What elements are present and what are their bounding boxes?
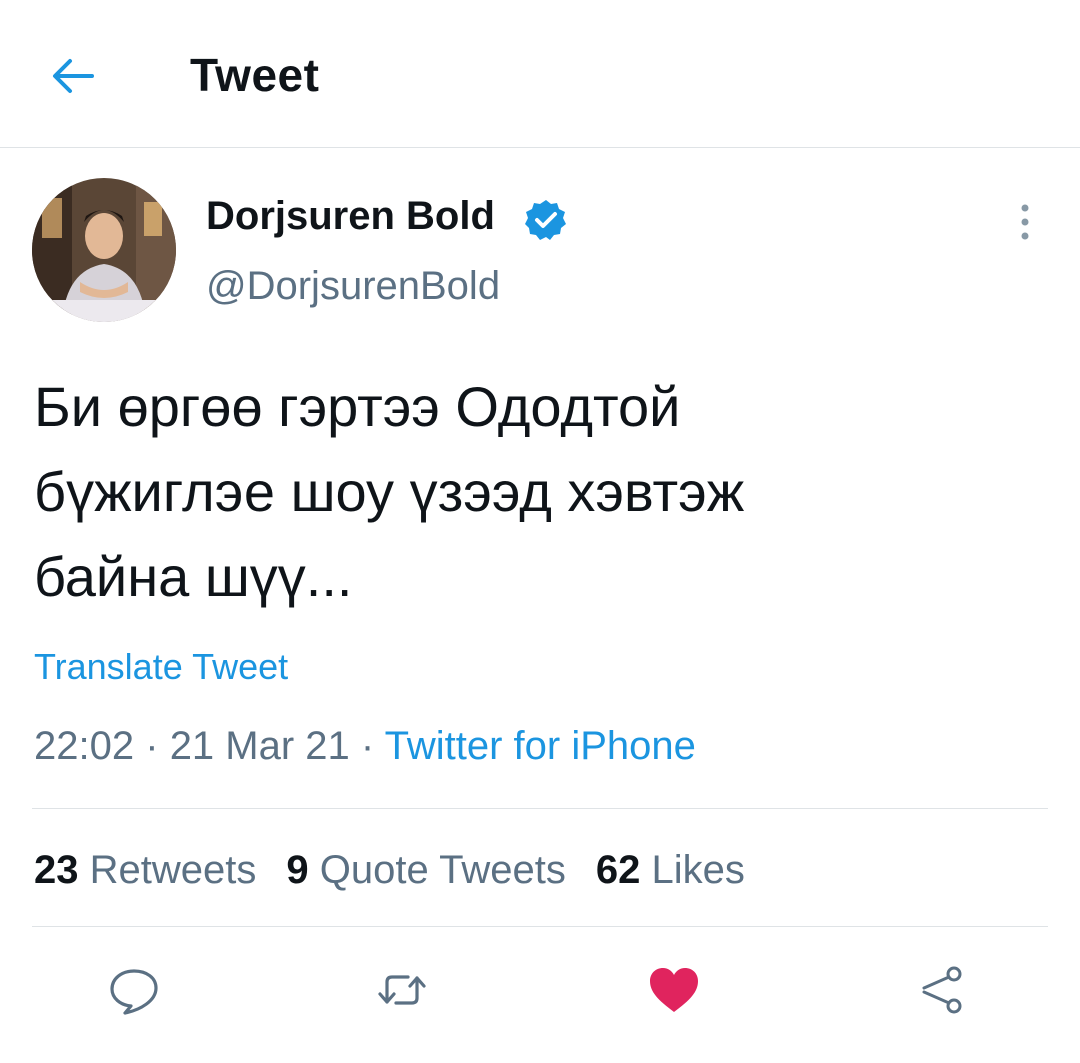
- divider: [32, 926, 1048, 927]
- share-icon: [922, 966, 962, 1014]
- translate-tweet-link[interactable]: Translate Tweet: [34, 646, 288, 688]
- tweet-text-line: Би өргөө гэртээ Ододтой: [34, 375, 681, 438]
- retweets-count: 23: [34, 848, 79, 892]
- tweet-time[interactable]: 22:02: [34, 724, 134, 768]
- separator: ·: [145, 724, 159, 768]
- share-button[interactable]: [914, 962, 970, 1018]
- tweet-text-line: байна шүү...: [34, 545, 353, 608]
- separator: ·: [360, 724, 375, 768]
- tweet-date[interactable]: 21 Mar 21: [170, 724, 350, 768]
- quote-tweets-label: Quote Tweets: [319, 848, 566, 892]
- like-heart-icon: [650, 968, 698, 1012]
- likes-count: 62: [595, 848, 641, 892]
- retweets-label: Retweets: [89, 848, 257, 892]
- retweets-stat[interactable]: 23 Retweets: [34, 848, 256, 893]
- tweet-metadata: 22:02 · 21 Mar 21 · Twitter for iPhone: [34, 724, 696, 769]
- retweet-button[interactable]: [374, 962, 430, 1018]
- retweet-icon: [378, 975, 426, 1005]
- page-title: Tweet: [190, 49, 320, 101]
- verified-badge-icon: [525, 200, 566, 240]
- avatar[interactable]: [32, 178, 176, 322]
- likes-label: Likes: [651, 848, 745, 892]
- likes-stat[interactable]: 62 Likes: [596, 848, 745, 893]
- avatar-photo: [32, 178, 176, 322]
- reply-button[interactable]: [106, 962, 162, 1018]
- quote-tweets-count: 9: [286, 848, 309, 892]
- like-button[interactable]: [646, 962, 702, 1018]
- reply-icon: [110, 969, 158, 1015]
- author-display-name[interactable]: Dorjsuren Bold: [206, 194, 495, 239]
- quote-tweets-stat[interactable]: 9 Quote Tweets: [286, 848, 565, 893]
- tweet-text: Би өргөө гэртээ Ододтой бүжиглэе шоу үзэ…: [34, 364, 1034, 619]
- author-handle[interactable]: @DorjsurenBold: [206, 264, 500, 309]
- back-arrow-icon: [53, 59, 94, 93]
- tweet-text-line: бүжиглэе шоу үзээд хэвтэж: [34, 460, 745, 523]
- divider: [32, 808, 1048, 809]
- top-header: Tweet: [0, 0, 1080, 148]
- back-button[interactable]: [46, 52, 98, 100]
- more-options-button[interactable]: [1010, 200, 1040, 244]
- more-vertical-icon: [1021, 204, 1029, 240]
- engagement-stats: 23 Retweets 9 Quote Tweets 62 Likes: [34, 848, 775, 893]
- tweet-source-link[interactable]: Twitter for iPhone: [385, 724, 696, 768]
